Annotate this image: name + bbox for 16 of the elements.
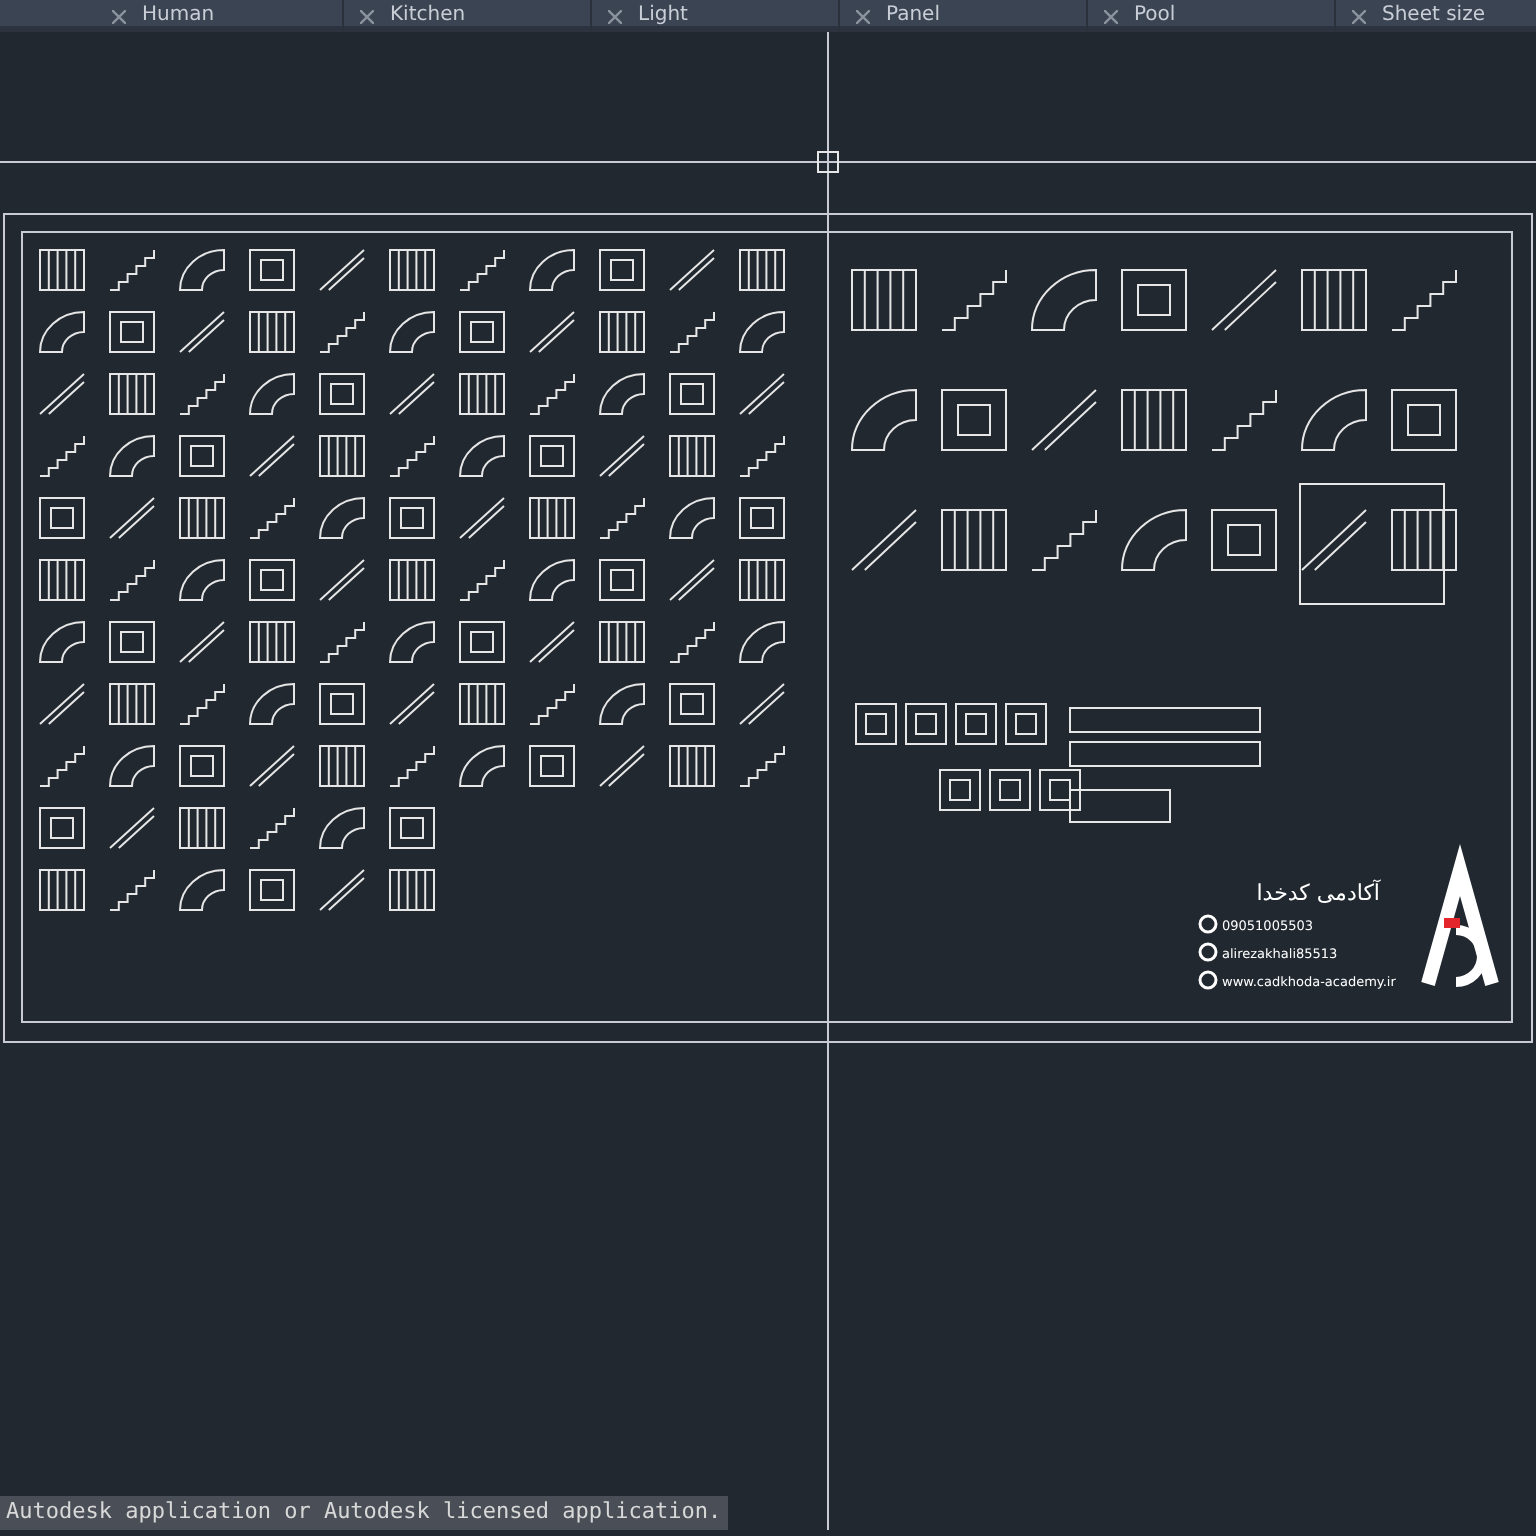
file-tab[interactable]: Panel: [840, 0, 1088, 32]
file-tab[interactable]: Light: [592, 0, 840, 32]
close-icon[interactable]: [360, 9, 374, 23]
logo-icon: [1421, 844, 1499, 987]
file-tab[interactable]: Sheet size: [1336, 0, 1536, 32]
file-tab[interactable]: Kitchen: [344, 0, 592, 32]
file-tab[interactable]: Human: [96, 0, 344, 32]
pickbox-icon: [817, 151, 839, 173]
close-icon[interactable]: [112, 9, 126, 23]
file-tab[interactable]: Pool: [1088, 0, 1336, 32]
close-icon[interactable]: [856, 9, 870, 23]
close-icon[interactable]: [608, 9, 622, 23]
close-icon[interactable]: [1104, 9, 1118, 23]
logo-title: آکادمی کدخدا: [1256, 880, 1380, 906]
close-icon[interactable]: [1352, 9, 1366, 23]
command-line-message: Autodesk application or Autodesk licensed application.: [0, 1496, 728, 1529]
